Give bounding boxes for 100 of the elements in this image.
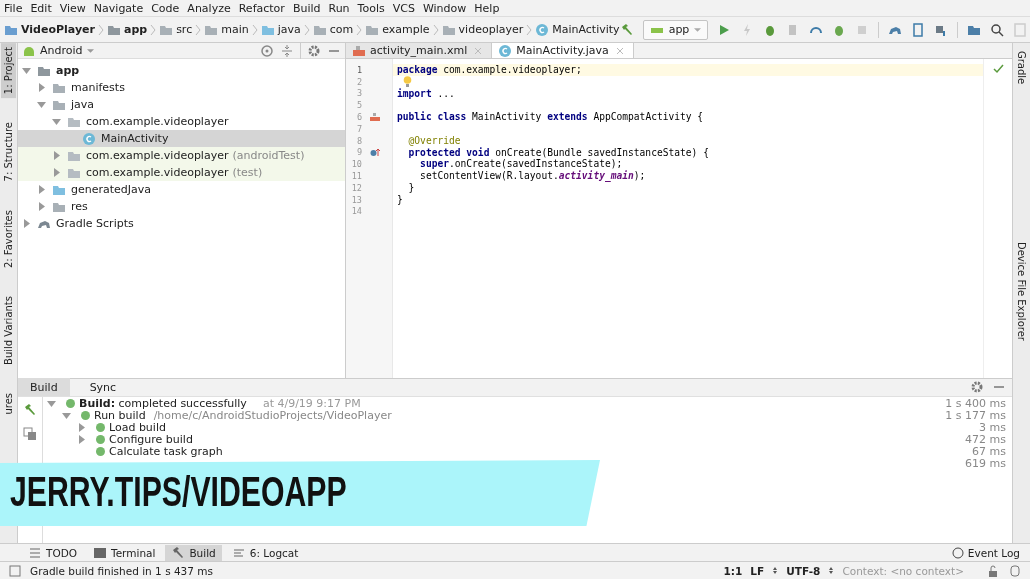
toggle-icon[interactable] [37, 83, 46, 92]
tool-tab[interactable]: Build [165, 544, 222, 561]
layers-icon[interactable] [23, 426, 37, 441]
tree-row[interactable]: MainActivity [18, 130, 345, 147]
chevron-icon [251, 23, 258, 36]
toggle-icon[interactable] [62, 411, 71, 421]
breadcrumb-item[interactable]: src [159, 22, 193, 37]
toggle-icon[interactable] [47, 399, 56, 409]
toggle-icon[interactable] [22, 66, 31, 75]
code-line: } [396, 193, 404, 206]
hammer-icon[interactable] [23, 402, 37, 417]
code-line: protected void onCreate(Bundle savedInstanceState) { [407, 146, 710, 159]
build-duration: 1 s 177 ms [945, 409, 1006, 423]
check-icon [993, 63, 1004, 74]
tree-row[interactable]: java [18, 96, 345, 113]
tree-row[interactable]: res [18, 198, 345, 215]
tree-row[interactable]: com.example.videoplayer [18, 113, 345, 130]
menu-item[interactable]: Navigate [93, 1, 144, 15]
tool-tab[interactable]: Terminal [87, 544, 162, 561]
toggle-icon[interactable] [22, 219, 31, 228]
file-encoding[interactable]: UTF-8 [786, 564, 821, 577]
tree-row[interactable]: com.example.videoplayer (androidTest) [18, 147, 345, 164]
toggle-icon[interactable] [37, 185, 46, 194]
tree-row[interactable]: Gradle Scripts [18, 215, 345, 232]
tool-window-tab[interactable]: Device File Explorer [1014, 238, 1029, 346]
chevron-icon [303, 23, 310, 36]
menu-item[interactable]: Tools [357, 1, 385, 15]
tree-row[interactable]: app [18, 62, 345, 79]
tool-window-tab[interactable]: ures [1, 388, 16, 419]
hammer-icon[interactable] [619, 22, 634, 37]
target-icon[interactable] [260, 43, 274, 58]
panel-tab[interactable]: Sync [77, 378, 129, 397]
tree-row[interactable]: manifests [18, 79, 345, 96]
toggle-icon[interactable] [52, 151, 61, 160]
menu-item[interactable]: Refactor [238, 1, 285, 15]
tree-item-label: manifests [71, 81, 125, 94]
updown-icon[interactable] [828, 566, 835, 575]
menu-item[interactable]: Code [151, 1, 180, 15]
override-icon[interactable] [370, 147, 380, 158]
layout-file-icon[interactable] [370, 112, 380, 123]
breadcrumb-item[interactable]: main [204, 22, 249, 37]
menu-item[interactable]: Analyze [187, 1, 231, 15]
build-step-label[interactable]: Build: completed successfully [79, 397, 247, 411]
breadcrumb-item[interactable]: java [260, 22, 301, 37]
tree-item-label: res [71, 200, 88, 213]
search-icon[interactable] [990, 22, 1005, 37]
toggle-icon[interactable] [77, 423, 86, 433]
menu-item[interactable]: View [59, 1, 86, 15]
tool-window-tab[interactable]: Gradle [1014, 47, 1029, 89]
menu-item[interactable]: Window [422, 1, 467, 15]
toggle-icon[interactable] [37, 100, 46, 109]
panel-tab[interactable]: Build [18, 378, 70, 397]
chevron-icon [150, 23, 157, 36]
build-duration: 619 ms [965, 457, 1006, 471]
menu-item[interactable]: Build [292, 1, 321, 15]
build-step-label[interactable]: Run build [94, 409, 146, 423]
menu-item[interactable]: Edit [30, 1, 52, 15]
tool-window-tab[interactable]: 2: Favorites [1, 205, 16, 272]
tree-item-label: java [71, 98, 95, 111]
breadcrumb-item[interactable]: VideoPlayer [4, 22, 95, 37]
menu-item[interactable]: File [4, 1, 23, 15]
toggle-icon[interactable] [37, 202, 46, 211]
terminal-icon [93, 545, 108, 560]
breadcrumb-item[interactable]: com [312, 22, 354, 37]
run-config-dropdown[interactable]: app [642, 19, 709, 40]
editor-tab[interactable]: MainActivity.java [492, 43, 634, 58]
event-log-button[interactable]: Event Log [950, 545, 1020, 560]
menu-item[interactable]: Run [328, 1, 350, 15]
tool-tab[interactable]: TODO [22, 544, 84, 561]
toggle-icon[interactable] [52, 117, 61, 126]
tool-window-tab[interactable]: Build Variants [1, 291, 16, 369]
settings-icon[interactable] [970, 380, 984, 395]
view-selector[interactable]: Android [40, 44, 83, 57]
build-step-label[interactable]: Configure build [109, 433, 193, 447]
breadcrumb-item[interactable]: MainActivity [535, 22, 620, 37]
menu-item[interactable]: VCS [392, 1, 415, 15]
cursor-position[interactable]: 1:1 [723, 564, 743, 577]
lightbulb-icon[interactable] [403, 75, 412, 87]
breadcrumb-item[interactable]: example [365, 22, 430, 37]
line-separator[interactable]: LF [750, 564, 765, 577]
updown-icon[interactable] [772, 566, 779, 575]
menu-item[interactable]: Help [474, 1, 500, 15]
breadcrumb-item[interactable]: videoplayer [441, 22, 524, 37]
caret-icon[interactable] [86, 48, 94, 53]
lock-icon[interactable] [986, 563, 1000, 578]
phone-icon[interactable] [911, 22, 926, 37]
toggle-icon[interactable] [52, 168, 61, 177]
tool-window-tab[interactable]: 1: Project [1, 43, 16, 99]
tree-row[interactable]: com.example.videoplayer (test) [18, 164, 345, 181]
settings-icon[interactable] [307, 43, 321, 58]
breadcrumb-item[interactable]: app [106, 22, 148, 37]
tool-window-tab[interactable]: 7: Structure [1, 118, 16, 186]
chevron-icon [432, 23, 439, 36]
build-step-label[interactable]: Load build [109, 421, 166, 435]
toggle-icon[interactable] [77, 435, 86, 445]
tree-row[interactable]: generatedJava [18, 181, 345, 198]
editor-tab[interactable]: activity_main.xml [346, 43, 493, 58]
collapse-icon[interactable] [280, 43, 294, 58]
tool-tab[interactable]: 6: Logcat [225, 544, 305, 561]
build-step-label[interactable]: Calculate task graph [109, 445, 223, 459]
